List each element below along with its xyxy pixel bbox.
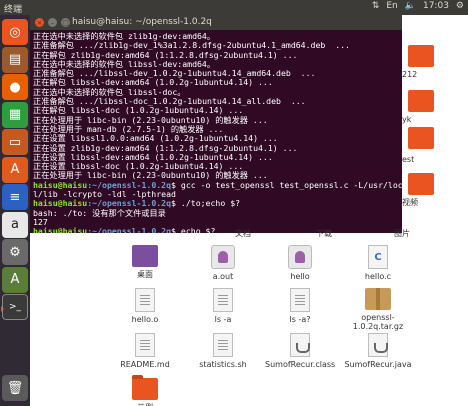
impress-icon[interactable]: ▭ — [2, 129, 28, 155]
file-label: 桌面 — [137, 270, 153, 279]
calc-icon[interactable]: ▦ — [2, 101, 28, 128]
file-item[interactable]: Chello.c — [343, 245, 413, 281]
file-item[interactable]: statistics.sh — [188, 333, 258, 369]
volume-icon[interactable]: 🔈 — [405, 1, 416, 11]
file-label: a.out — [212, 272, 234, 281]
terminal-line: bash: ./to: 没有那个文件或目录 — [33, 207, 166, 218]
desk-file-icon — [132, 245, 158, 267]
amazon-icon[interactable]: a — [2, 211, 28, 238]
folder-icon[interactable] — [408, 127, 434, 149]
terminal-icon[interactable]: >_ — [1, 294, 28, 320]
partial-label-4: 视频 — [402, 198, 418, 207]
doc-file-icon — [135, 288, 155, 312]
partial-label-docs: 文档 — [235, 229, 251, 238]
file-label: SumofRecur.class — [265, 360, 336, 369]
file-label: ls -a — [214, 315, 232, 324]
terminal-output[interactable]: 正在选中未选择的软件包 zlib1g-dev:amd64。 正准备解包 .../z… — [30, 30, 402, 233]
file-label: hello.c — [364, 272, 392, 281]
file-label: hello — [290, 272, 310, 281]
java-file-icon — [290, 333, 310, 357]
file-item[interactable]: ls -a — [188, 288, 258, 324]
exe-file-icon — [211, 245, 235, 269]
java-file-icon — [368, 333, 388, 357]
terminal-titlebar[interactable]: × – □ haisu@haisu: ~/openssl-1.0.2q — [30, 15, 402, 30]
network-icon[interactable]: ⇅ — [372, 1, 380, 11]
partial-label-pictures: 图片 — [394, 229, 410, 238]
file-label: statistics.sh — [199, 360, 247, 369]
file-label: openssl-1.0.2q.tar.gz — [352, 313, 404, 331]
doc-file-icon — [290, 288, 310, 312]
doc-file-icon — [213, 288, 233, 312]
file-item[interactable]: openssl-1.0.2q.tar.gz — [343, 288, 413, 331]
file-manager-right-strip: 212 yk est 视频 — [402, 15, 468, 233]
file-item[interactable]: SumofRecur.class — [265, 333, 335, 369]
file-manager-grid: 文档 下载 图片 桌面 a.out hello Chello.c hello.o ls -… — [30, 229, 468, 406]
box-file-icon — [365, 288, 391, 310]
folder-icon[interactable] — [408, 45, 434, 67]
terminal-title: haisu@haisu: ~/openssl-1.0.2q — [72, 17, 212, 27]
file-item[interactable]: hello.o — [110, 288, 180, 324]
launcher: ◎ ▤ ● ▦ ▭ A ≡ a ⚙ A >_ 🗑 — [0, 15, 30, 406]
folder-icon[interactable] — [408, 90, 434, 112]
window-title: 终端 — [4, 5, 23, 15]
file-item[interactable]: README.md — [110, 333, 180, 369]
partial-label-1: 212 — [402, 70, 418, 79]
settings-icon[interactable]: ⚙ — [2, 239, 28, 265]
file-item[interactable]: SumofRecur.java — [343, 333, 413, 369]
c-file-icon: C — [368, 245, 388, 269]
close-button[interactable]: × — [35, 18, 44, 27]
firefox-icon[interactable]: ● — [2, 74, 28, 100]
dash-icon[interactable]: ◎ — [2, 19, 28, 45]
terminal-window[interactable]: × – □ haisu@haisu: ~/openssl-1.0.2q 正在选中… — [30, 15, 402, 233]
file-label: ls -a? — [289, 315, 311, 324]
trash-icon[interactable]: 🗑 — [2, 375, 28, 401]
file-item[interactable]: a.out — [188, 245, 258, 281]
power-icon[interactable]: ⚙ — [456, 1, 464, 11]
update-icon[interactable]: A — [2, 266, 28, 293]
system-tray: ⇅ En 🔈 17:03 ⚙ — [372, 1, 464, 11]
doc-file-icon — [213, 333, 233, 357]
file-label: README.md — [120, 360, 170, 369]
clock[interactable]: 17:03 — [423, 1, 449, 11]
partial-label-downloads: 下载 — [316, 229, 332, 238]
folder-icon[interactable] — [408, 173, 434, 195]
maximize-button[interactable]: □ — [61, 18, 70, 27]
doc-file-icon — [135, 333, 155, 357]
file-label: hello.o — [131, 315, 159, 324]
file-item[interactable]: hello — [265, 245, 335, 281]
active-indicator — [1, 306, 4, 312]
files-icon[interactable]: ▤ — [2, 46, 28, 73]
top-panel: 终端 ⇅ En 🔈 17:03 ⚙ — [0, 0, 468, 15]
input-method[interactable]: En — [386, 1, 397, 11]
folder-file-icon — [132, 375, 158, 400]
partial-label-2: yk — [402, 115, 412, 124]
file-item[interactable]: ls -a? — [265, 288, 335, 324]
writer-icon[interactable]: ≡ — [2, 184, 28, 210]
file-item[interactable]: 桌面 — [110, 245, 180, 279]
file-item[interactable]: 示例 — [110, 375, 180, 406]
file-label: SumofRecur.java — [344, 360, 412, 369]
exe-file-icon — [288, 245, 312, 269]
minimize-button[interactable]: – — [48, 18, 57, 27]
software-icon[interactable]: A — [2, 156, 28, 183]
partial-label-3: est — [402, 155, 415, 164]
